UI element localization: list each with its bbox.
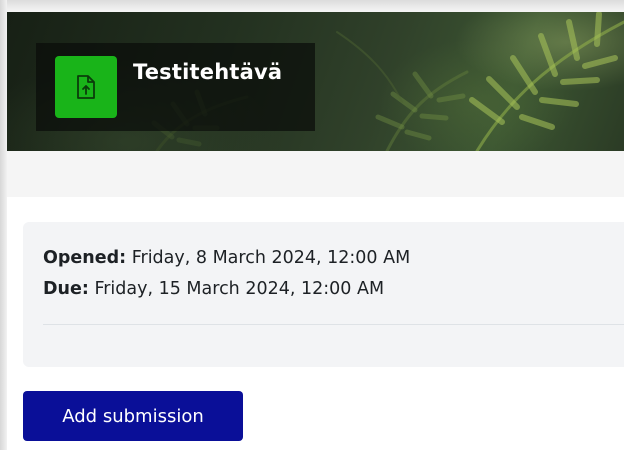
assignment-upload-icon (55, 56, 117, 118)
opened-value: Friday, 8 March 2024, 12:00 AM (131, 248, 411, 268)
opened-date-row: Opened: Friday, 8 March 2024, 12:00 AM (43, 248, 410, 268)
divider (43, 324, 624, 325)
activity-dates: Opened: Friday, 8 March 2024, 12:00 AM D… (23, 222, 624, 367)
due-label: Due: (43, 279, 89, 299)
window-left-edge (0, 0, 7, 450)
window-top-edge (0, 0, 624, 12)
add-submission-button[interactable]: Add submission (23, 391, 243, 441)
secondary-navigation-area (7, 151, 624, 197)
due-date-row: Due: Friday, 15 March 2024, 12:00 AM (43, 279, 384, 299)
page-header-banner: Testitehtävä (7, 12, 624, 151)
activity-header: Testitehtävä (36, 43, 315, 131)
page-title: Testitehtävä (133, 60, 283, 84)
due-value: Friday, 15 March 2024, 12:00 AM (94, 279, 385, 299)
opened-label: Opened: (43, 248, 127, 268)
